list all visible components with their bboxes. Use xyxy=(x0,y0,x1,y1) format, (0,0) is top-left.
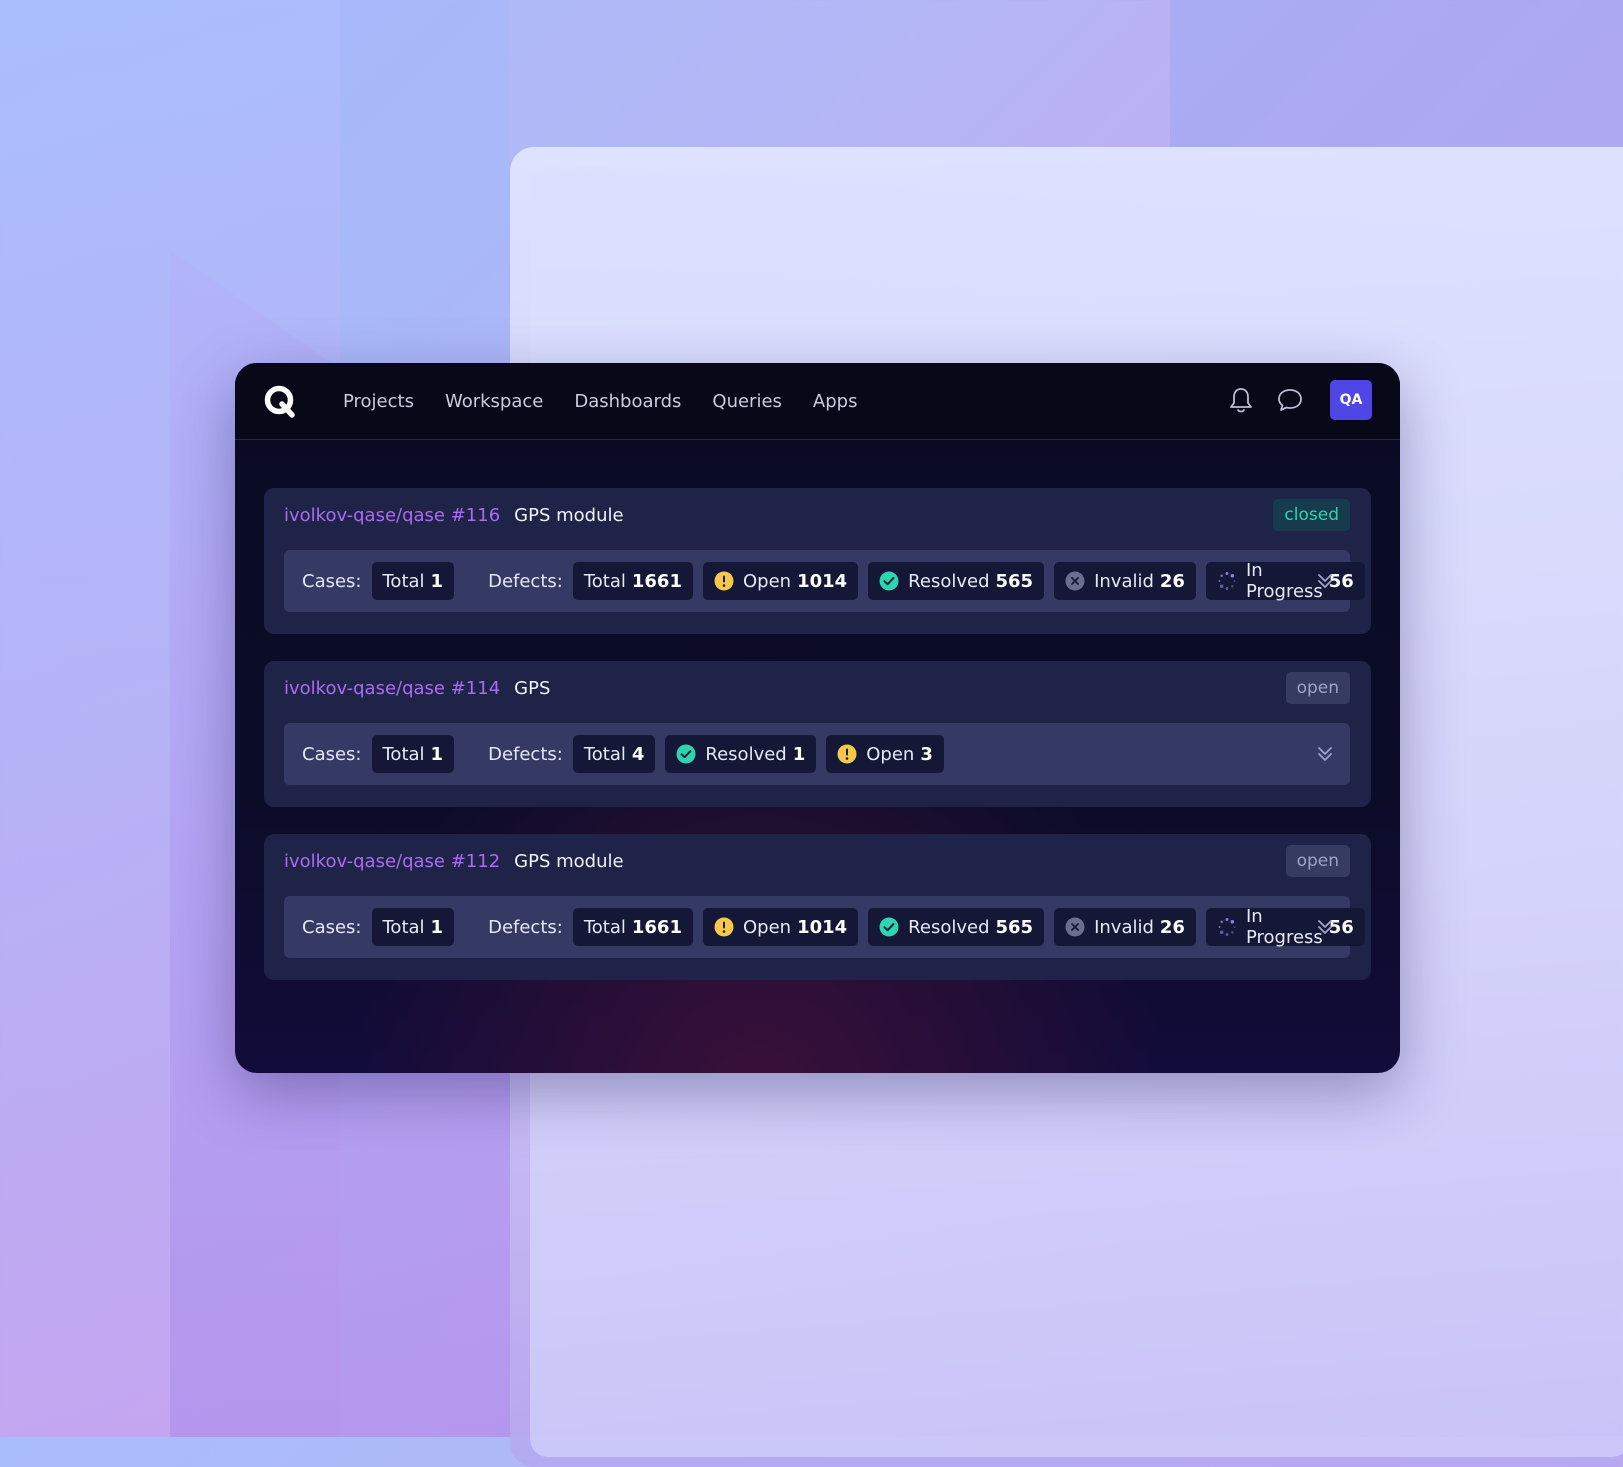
defects-total-pill: Total 1661 xyxy=(572,562,693,600)
stats-bar: Cases: Total 1 Defects: Total 4 Resolved 1 Open 3 xyxy=(284,723,1350,785)
warning-icon xyxy=(714,571,734,591)
check-circle-icon xyxy=(879,571,899,591)
warning-icon xyxy=(714,917,734,937)
x-circle-icon xyxy=(1065,917,1085,937)
pill-label: Total xyxy=(382,743,425,765)
pill-label: Open xyxy=(742,916,792,938)
user-avatar[interactable]: QA xyxy=(1330,380,1372,420)
defects-open-pill: Open 1014 xyxy=(702,562,859,600)
cases-total-pill: Total 1 xyxy=(371,735,455,773)
pill-label: Total xyxy=(583,916,626,938)
background-shape xyxy=(1170,0,1623,150)
pill-label: Resolved xyxy=(908,570,990,592)
expand-chevron-icon[interactable] xyxy=(1314,742,1336,766)
nav-projects[interactable]: Projects xyxy=(343,391,414,412)
pill-value: 565 xyxy=(995,916,1034,938)
repo-link[interactable]: ivolkov-qase/qase #112 xyxy=(284,851,500,872)
status-badge: open xyxy=(1285,845,1350,877)
cases-total-pill: Total 1 xyxy=(371,908,455,946)
cases-label: Cases: xyxy=(302,570,362,592)
x-circle-icon xyxy=(1065,571,1085,591)
defects-label: Defects: xyxy=(488,916,563,938)
stats-bar: Cases: Total 1 Defects: Total 1661 Open 1014 Res… xyxy=(284,550,1365,612)
pill-label: Resolved xyxy=(705,743,787,765)
issue-card: ivolkov-qase/qase #116 GPS module closed Ca… xyxy=(264,488,1371,634)
defects-resolved-pill: Resolved 565 xyxy=(868,562,1045,600)
cases-total-pill: Total 1 xyxy=(371,562,455,600)
nav-apps[interactable]: Apps xyxy=(813,391,858,412)
bell-icon[interactable] xyxy=(1225,384,1257,416)
nav-workspace[interactable]: Workspace xyxy=(445,391,543,412)
pill-value: 1 xyxy=(430,743,444,765)
spinner-icon xyxy=(1217,571,1237,591)
pill-label: In Progress xyxy=(1245,906,1323,948)
pill-label: Invalid xyxy=(1094,916,1154,938)
card-header: ivolkov-qase/qase #114 GPS xyxy=(284,661,550,715)
pill-value: 1 xyxy=(792,743,806,765)
stats-bar: Cases: Total 1 Defects: Total 1661 Open 1014 Res… xyxy=(284,896,1365,958)
pill-label: Resolved xyxy=(908,916,990,938)
expand-chevron-icon[interactable] xyxy=(1314,915,1336,939)
defects-label: Defects: xyxy=(488,570,563,592)
pill-label: Open xyxy=(866,743,915,765)
pill-value: 26 xyxy=(1159,916,1185,938)
status-badge: closed xyxy=(1273,499,1350,531)
defects-resolved-pill: Resolved 565 xyxy=(868,908,1045,946)
pill-value: 1014 xyxy=(797,570,848,592)
pill-label: Total xyxy=(382,570,425,592)
top-actions: QA xyxy=(1208,380,1372,420)
defects-invalid-pill: Invalid 26 xyxy=(1054,908,1196,946)
check-circle-icon xyxy=(676,744,696,764)
defects-invalid-pill: Invalid 26 xyxy=(1054,562,1196,600)
pill-label: Total xyxy=(583,570,626,592)
defects-resolved-pill: Resolved 1 xyxy=(665,735,817,773)
defects-open-pill: Open 3 xyxy=(826,735,944,773)
pill-value: 4 xyxy=(631,743,645,765)
card-header: ivolkov-qase/qase #116 GPS module xyxy=(284,488,624,542)
defects-progress-pill: In Progress 56 xyxy=(1205,906,1365,948)
defects-total-pill: Total 1661 xyxy=(572,908,693,946)
cases-label: Cases: xyxy=(302,916,362,938)
top-navigation-bar: Projects Workspace Dashboards Queries Ap… xyxy=(235,363,1400,440)
cases-label: Cases: xyxy=(302,743,362,765)
pill-label: Open xyxy=(742,570,792,592)
defects-total-pill: Total 4 xyxy=(572,735,656,773)
pill-value: 1 xyxy=(430,570,444,592)
pill-label: Invalid xyxy=(1094,570,1154,592)
pill-value: 1 xyxy=(430,916,444,938)
pill-value: 1661 xyxy=(631,570,682,592)
nav-queries[interactable]: Queries xyxy=(712,391,782,412)
check-circle-icon xyxy=(879,917,899,937)
background-shape xyxy=(340,0,510,360)
expand-chevron-icon[interactable] xyxy=(1314,569,1336,593)
defects-open-pill: Open 1014 xyxy=(702,908,859,946)
pill-label: Total xyxy=(382,916,425,938)
chat-bubble-icon[interactable] xyxy=(1274,384,1306,416)
repo-link[interactable]: ivolkov-qase/qase #116 xyxy=(284,505,500,526)
issue-title: GPS xyxy=(514,677,551,699)
pill-label: In Progress xyxy=(1245,560,1323,602)
warning-icon xyxy=(837,744,857,764)
main-nav: Projects Workspace Dashboards Queries Ap… xyxy=(343,363,888,439)
status-badge: open xyxy=(1285,672,1350,704)
app-window: Projects Workspace Dashboards Queries Ap… xyxy=(235,363,1400,1073)
repo-link[interactable]: ivolkov-qase/qase #114 xyxy=(284,678,500,699)
defects-label: Defects: xyxy=(488,743,563,765)
pill-value: 26 xyxy=(1159,570,1185,592)
issue-title: GPS module xyxy=(514,850,624,872)
defects-progress-pill: In Progress 56 xyxy=(1205,560,1365,602)
issue-card: ivolkov-qase/qase #112 GPS module open Case… xyxy=(264,834,1371,980)
qase-logo-icon[interactable] xyxy=(263,384,297,418)
nav-dashboards[interactable]: Dashboards xyxy=(574,391,681,412)
spinner-icon xyxy=(1217,917,1237,937)
issue-title: GPS module xyxy=(514,504,624,526)
pill-value: 565 xyxy=(995,570,1034,592)
pill-value: 3 xyxy=(920,743,933,765)
card-header: ivolkov-qase/qase #112 GPS module xyxy=(284,834,624,888)
pill-label: Total xyxy=(583,743,626,765)
pill-value: 1661 xyxy=(631,916,682,938)
pill-value: 1014 xyxy=(797,916,848,938)
issue-card: ivolkov-qase/qase #114 GPS open Cases: Total… xyxy=(264,661,1371,807)
